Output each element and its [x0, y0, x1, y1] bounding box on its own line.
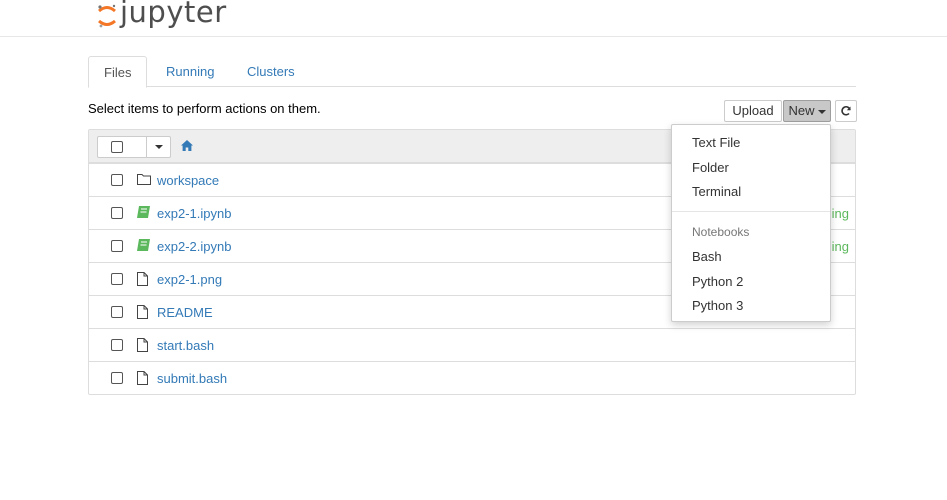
menu-header-notebooks: Notebooks	[692, 225, 750, 239]
folder-icon	[137, 174, 151, 185]
file-name-link[interactable]: workspace	[157, 164, 219, 198]
menu-item-bash[interactable]: Bash	[692, 249, 722, 264]
tab-running[interactable]: Running	[151, 56, 229, 86]
tab-bar: Files Running Clusters	[88, 56, 856, 88]
file-icon	[137, 272, 148, 286]
upload-button[interactable]: Upload	[724, 100, 782, 122]
refresh-button[interactable]	[835, 100, 857, 122]
select-all-checkbox[interactable]	[111, 141, 123, 153]
notebook-icon	[137, 239, 150, 251]
file-name-link[interactable]: exp2-1.ipynb	[157, 197, 231, 231]
row-checkbox[interactable]	[111, 240, 123, 252]
menu-item-folder[interactable]: Folder	[692, 160, 729, 175]
table-row[interactable]: submit.bash	[89, 361, 855, 394]
file-name-link[interactable]: submit.bash	[157, 362, 227, 396]
caret-down-icon[interactable]	[155, 145, 163, 149]
row-checkbox[interactable]	[111, 339, 123, 351]
table-row[interactable]: start.bash	[89, 328, 855, 361]
file-name-link[interactable]: exp2-2.ipynb	[157, 230, 231, 264]
file-icon	[137, 371, 148, 385]
new-dropdown-menu: Text File Folder Terminal Notebooks Bash…	[671, 124, 831, 322]
file-name-link[interactable]: README	[157, 296, 213, 330]
tab-clusters[interactable]: Clusters	[232, 56, 310, 86]
notebook-icon	[137, 206, 150, 218]
row-checkbox[interactable]	[111, 273, 123, 285]
file-name-link[interactable]: start.bash	[157, 329, 214, 363]
file-icon	[137, 305, 148, 319]
header: jupyter	[0, 0, 947, 37]
tab-files[interactable]: Files	[88, 56, 148, 88]
new-button-label: New	[788, 103, 815, 118]
select-hint-text: Select items to perform actions on them.	[88, 101, 321, 116]
row-checkbox[interactable]	[111, 372, 123, 384]
refresh-icon	[841, 106, 851, 116]
caret-down-icon	[817, 109, 826, 114]
select-all-dropdown[interactable]	[97, 136, 171, 158]
jupyter-logo-icon	[98, 4, 116, 28]
menu-item-terminal[interactable]: Terminal	[692, 184, 741, 199]
menu-item-python2[interactable]: Python 2	[692, 274, 743, 289]
new-button[interactable]: New	[783, 100, 831, 122]
menu-item-text-file[interactable]: Text File	[692, 135, 740, 150]
home-icon[interactable]	[181, 140, 193, 151]
file-icon	[137, 338, 148, 352]
menu-item-python3[interactable]: Python 3	[692, 298, 743, 313]
row-checkbox[interactable]	[111, 207, 123, 219]
row-checkbox[interactable]	[111, 174, 123, 186]
jupyter-logo[interactable]: jupyter	[96, 0, 227, 32]
row-checkbox[interactable]	[111, 306, 123, 318]
divider	[146, 137, 147, 157]
menu-divider	[672, 211, 830, 212]
logo-text: jupyter	[120, 0, 227, 29]
file-name-link[interactable]: exp2-1.png	[157, 263, 222, 297]
